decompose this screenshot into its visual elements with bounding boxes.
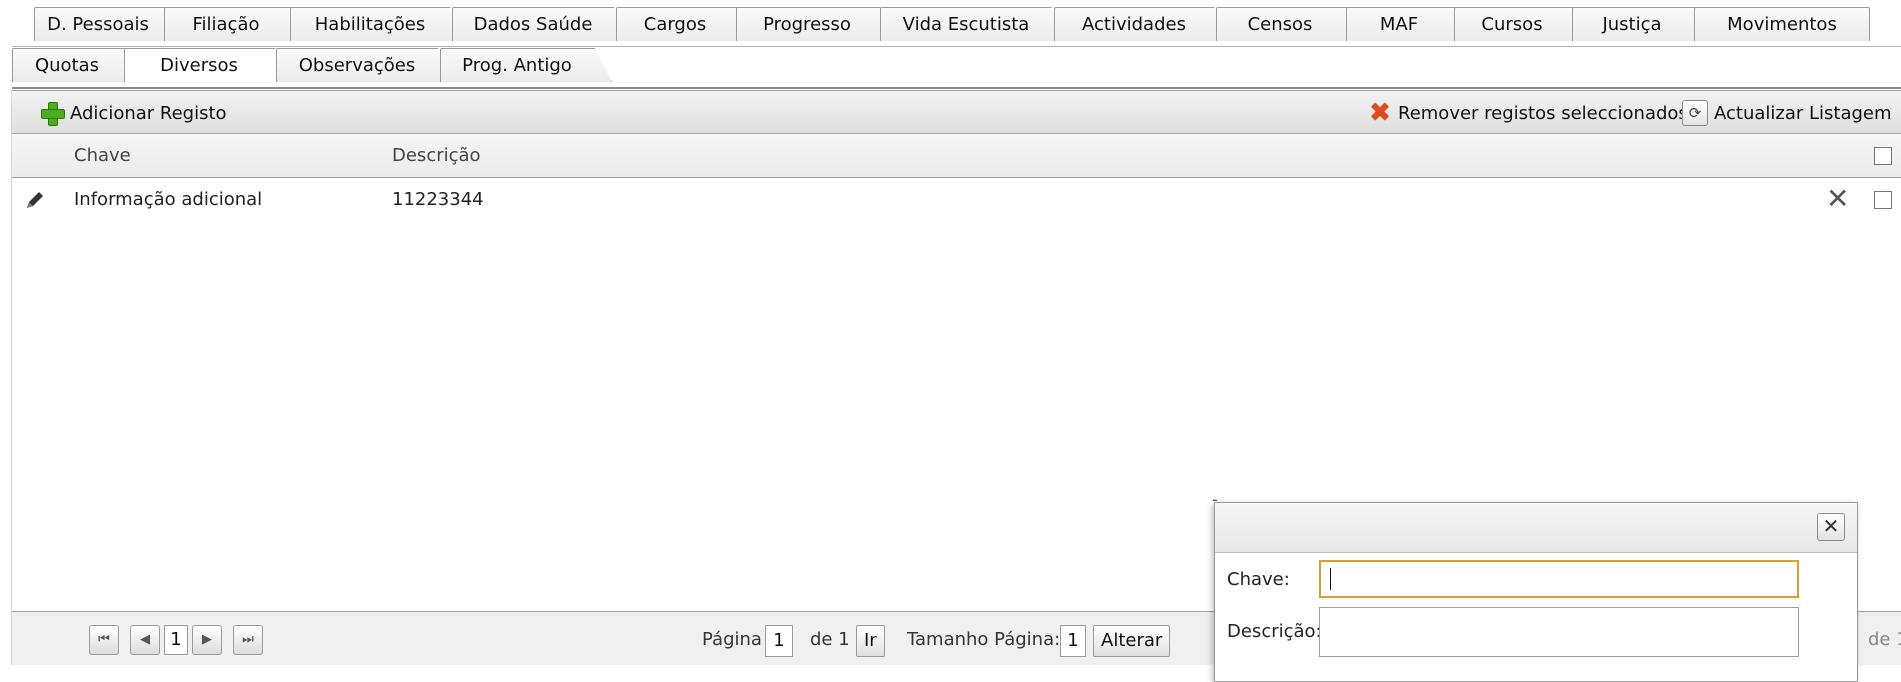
refresh-list-button[interactable]: ⟳ Actualizar Listagem [1682,99,1892,127]
pencil-icon[interactable] [24,189,46,211]
tab-maf[interactable]: MAF [1346,7,1470,41]
tab-movimentos[interactable]: Movimentos [1694,7,1870,41]
select-all-checkbox[interactable] [1874,147,1892,165]
key-input[interactable] [1319,560,1799,598]
tab-content-border [12,87,1901,89]
page-size-label: Tamanho Página: [907,629,1061,650]
cell-descricao: 11223344 [392,189,484,210]
left-panel-edge [0,90,12,665]
page-input[interactable]: 1 [765,625,793,657]
column-header-chave[interactable]: Chave [74,145,131,166]
tab-dados-saude[interactable]: Dados Saúde [452,7,632,41]
dialog-description-label: Descrição: [1227,621,1322,642]
page-label: Página [702,629,762,650]
tab-diversos[interactable]: Diversos [124,48,292,82]
grid-toolbar: Adicionar Registo ✖ Remover registos sel… [12,90,1901,134]
change-page-size-button[interactable]: Alterar [1093,625,1171,657]
current-page-number[interactable]: 1 [164,625,188,655]
last-page-icon[interactable]: ⏭ [233,625,263,655]
tab-filiacao[interactable]: Filiação [164,7,306,41]
text-caret [1330,568,1331,590]
tab-habilitacoes[interactable]: Habilitações [290,7,468,41]
add-record-button[interactable]: Adicionar Registo [40,99,227,127]
add-record-label: Adicionar Registo [70,102,227,124]
remove-selected-button[interactable]: ✖ Remover registos seleccionados [1368,99,1688,127]
tab-observacoes[interactable]: Observações [276,48,456,82]
cell-chave: Informação adicional [74,189,263,210]
edit-record-dialog: ✕ Chave: Descrição: [1214,502,1858,682]
delete-row-icon[interactable]: ✕ [1826,184,1849,214]
tab-prog-antigo[interactable]: Prog. Antigo [440,48,612,82]
close-icon[interactable]: ✕ [1817,513,1845,541]
next-page-icon[interactable]: ▶ [192,625,222,655]
tab-cursos[interactable]: Cursos [1454,7,1588,41]
prev-page-icon[interactable]: ◀ [130,625,160,655]
dialog-key-label: Chave: [1227,569,1290,590]
page-of-label: de 1 [810,629,850,650]
red-x-icon: ✖ [1369,98,1391,128]
grid-header: Chave Descrição [12,134,1901,178]
plus-icon [40,101,65,126]
tab-cargos[interactable]: Cargos [616,7,752,41]
tab-censos[interactable]: Censos [1216,7,1362,41]
tab-actividades[interactable]: Actividades [1054,7,1232,41]
tab-progresso[interactable]: Progresso [736,7,896,41]
remove-selected-label: Remover registos seleccionados [1398,102,1688,124]
first-page-icon[interactable]: ⏮ [89,625,119,655]
tab-justica[interactable]: Justiça [1572,7,1710,41]
table-row[interactable]: Informação adicional 11223344 ✕ [12,178,1901,222]
refresh-list-label: Actualizar Listagem [1714,102,1892,124]
tab-quotas[interactable]: Quotas [12,48,140,82]
refresh-icon: ⟳ [1682,100,1708,126]
page-size-input[interactable]: 1 [1060,625,1086,657]
tab-vida-escutista[interactable]: Vida Escutista [880,7,1070,41]
dialog-header: ✕ [1215,503,1857,553]
column-header-descricao[interactable]: Descrição [392,145,481,166]
pager-right-total: de 1 [1868,629,1901,650]
tab-dados-pessoais[interactable]: D. Pessoais [34,7,180,41]
go-page-button[interactable]: Ir [856,625,885,657]
description-input[interactable] [1319,607,1799,657]
row-checkbox[interactable] [1874,191,1892,209]
tab-row-divider [12,46,1901,47]
